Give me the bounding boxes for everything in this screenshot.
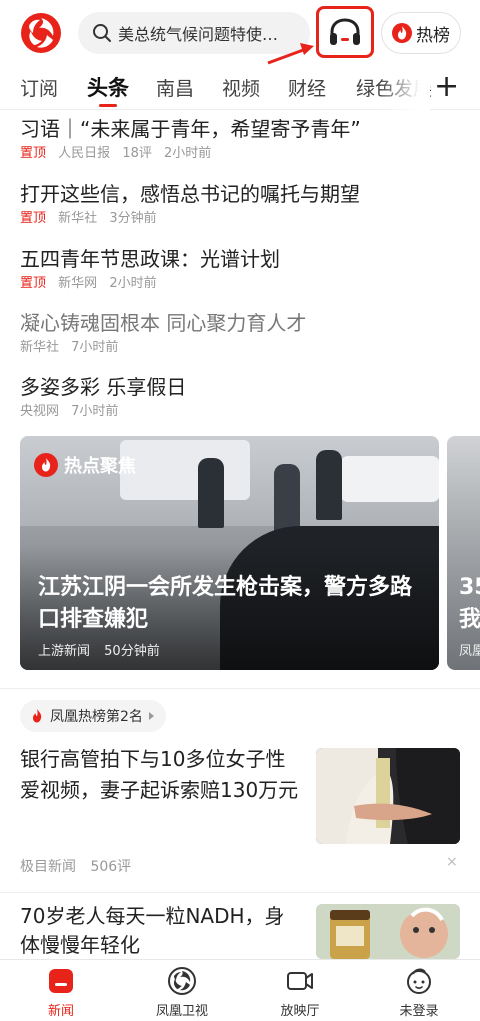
news-time: 7小时前 [71,404,119,419]
news-title: 凝心铸魂固根本 同心聚力育人才 [20,311,307,335]
hot-rank-label: 凤凰热榜第2名 [50,709,143,725]
card-photo-person [316,450,342,520]
flame-icon [33,709,42,723]
tab-nanchang[interactable]: 南昌 [156,74,194,101]
card-photo-person [274,464,300,534]
user-avatar-icon [407,968,431,994]
news-item[interactable]: 打开这些信，感悟总书记的嘱托与期望 置顶 新华社 3分钟前 [20,181,460,227]
hot-focus-card[interactable]: 热点聚焦 江苏江阴一会所发生枪击案，警方多路口排查嫌犯 上游新闻 50分钟前 [20,436,439,670]
news-source: 人民日报 [58,146,111,161]
top-header: 美总统气候问题特使… 热榜 [0,0,480,66]
article-thumbnail[interactable] [316,904,460,959]
flame-icon [34,453,58,477]
pinned-badge: 置顶 [20,276,47,291]
tab-headlines[interactable]: 头条 [87,72,129,102]
hot-focus-title: 江苏江阴一会所发生枪击案，警方多路口排查嫌犯 [38,575,413,632]
active-tab-indicator [99,104,117,107]
news-source: 新华网 [58,276,98,291]
hot-focus-label: 热点聚焦 [64,456,136,477]
nav-label: 凤凰卫视 [155,1004,208,1019]
hot-list-label: 热榜 [416,25,450,46]
news-source: 新华社 [58,211,98,226]
card-photo-person [198,458,224,528]
video-camera-icon [287,972,313,990]
card-photo-car [340,456,439,502]
news-icon [49,969,73,993]
divider [0,892,480,893]
flame-icon [392,23,412,43]
hot-focus-badge: 热点聚焦 [34,452,136,478]
news-comments: 18评 [122,146,152,161]
listen-button[interactable] [316,6,374,58]
channel-tabs: 订阅 头条 南昌 视频 财经 绿色发展 + [0,66,480,110]
news-title: 五四青年节思政课：光谱计划 [20,247,280,271]
bottom-navigation: 新闻 凤凰卫视 放映厅 未登录 [0,959,480,1021]
next-card-title-partial: 35 我 [459,575,480,632]
phoenix-tv-icon [168,967,196,995]
article-comments: 506评 [90,859,132,875]
nav-phoenix-tv[interactable]: 凤凰卫视 [137,966,227,1019]
news-title: 习语｜“未来属于青年，希望寄予青年” [20,117,361,141]
news-item[interactable]: 凝心铸魂固根本 同心聚力育人才 新华社 7小时前 [20,310,460,356]
dismiss-icon[interactable]: × [446,854,458,870]
nav-label: 未登录 [399,1004,439,1019]
news-source: 新华社 [20,340,60,355]
divider [0,688,480,689]
search-placeholder: 美总统气候问题特使… [118,25,279,44]
headphones-icon [330,18,360,45]
tab-finance[interactable]: 财经 [288,74,326,101]
tabs-fade [380,66,430,110]
pinned-badge: 置顶 [20,146,47,161]
article-source: 极目新闻 [20,859,76,875]
news-item[interactable]: 五四青年节思政课：光谱计划 置顶 新华网 2小时前 [20,246,460,292]
nav-cinema[interactable]: 放映厅 [255,966,345,1019]
add-channel-icon[interactable]: + [434,70,459,104]
news-title: 打开这些信，感悟总书记的嘱托与期望 [20,182,360,206]
hot-list-button[interactable]: 热榜 [381,12,461,54]
chevron-right-icon [148,712,154,720]
news-time: 7小时前 [71,340,119,355]
hot-rank-pill[interactable]: 凤凰热榜第2名 [20,700,166,732]
hot-focus-time: 50分钟前 [104,644,160,659]
pinned-badge: 置顶 [20,211,47,226]
hot-focus-source: 上游新闻 [38,644,91,659]
news-time: 2小时前 [109,276,157,291]
card-photo-van [120,440,250,500]
article-thumbnail[interactable] [316,748,460,844]
news-source: 央视网 [20,404,60,419]
news-item[interactable]: 习语｜“未来属于青年，希望寄予青年” 置顶 人民日报 18评 2小时前 [20,116,460,162]
tab-subscribe[interactable]: 订阅 [20,74,58,101]
next-hot-focus-card[interactable]: 35 我 凤凰 [447,436,480,670]
search-icon [93,24,111,42]
nav-news[interactable]: 新闻 [16,966,106,1019]
nav-label: 放映厅 [280,1004,320,1019]
next-card-source-partial: 凤凰 [459,644,480,659]
news-title: 多姿多彩 乐享假日 [20,375,187,399]
news-time: 3分钟前 [109,211,157,226]
phoenix-logo-icon[interactable] [20,12,62,54]
article-title[interactable]: 70岁老人每天一粒NADH，身体慢慢年轻化 [20,902,300,960]
nav-profile[interactable]: 未登录 [374,966,464,1019]
article-title[interactable]: 银行高管拍下与10多位女子性爱视频，妻子起诉索赔130万元 [20,744,300,806]
news-time: 2小时前 [164,146,212,161]
tab-video[interactable]: 视频 [222,74,260,101]
search-bar[interactable]: 美总统气候问题特使… [78,12,310,54]
nav-label: 新闻 [47,1004,74,1019]
news-item[interactable]: 多姿多彩 乐享假日 央视网 7小时前 [20,374,460,420]
